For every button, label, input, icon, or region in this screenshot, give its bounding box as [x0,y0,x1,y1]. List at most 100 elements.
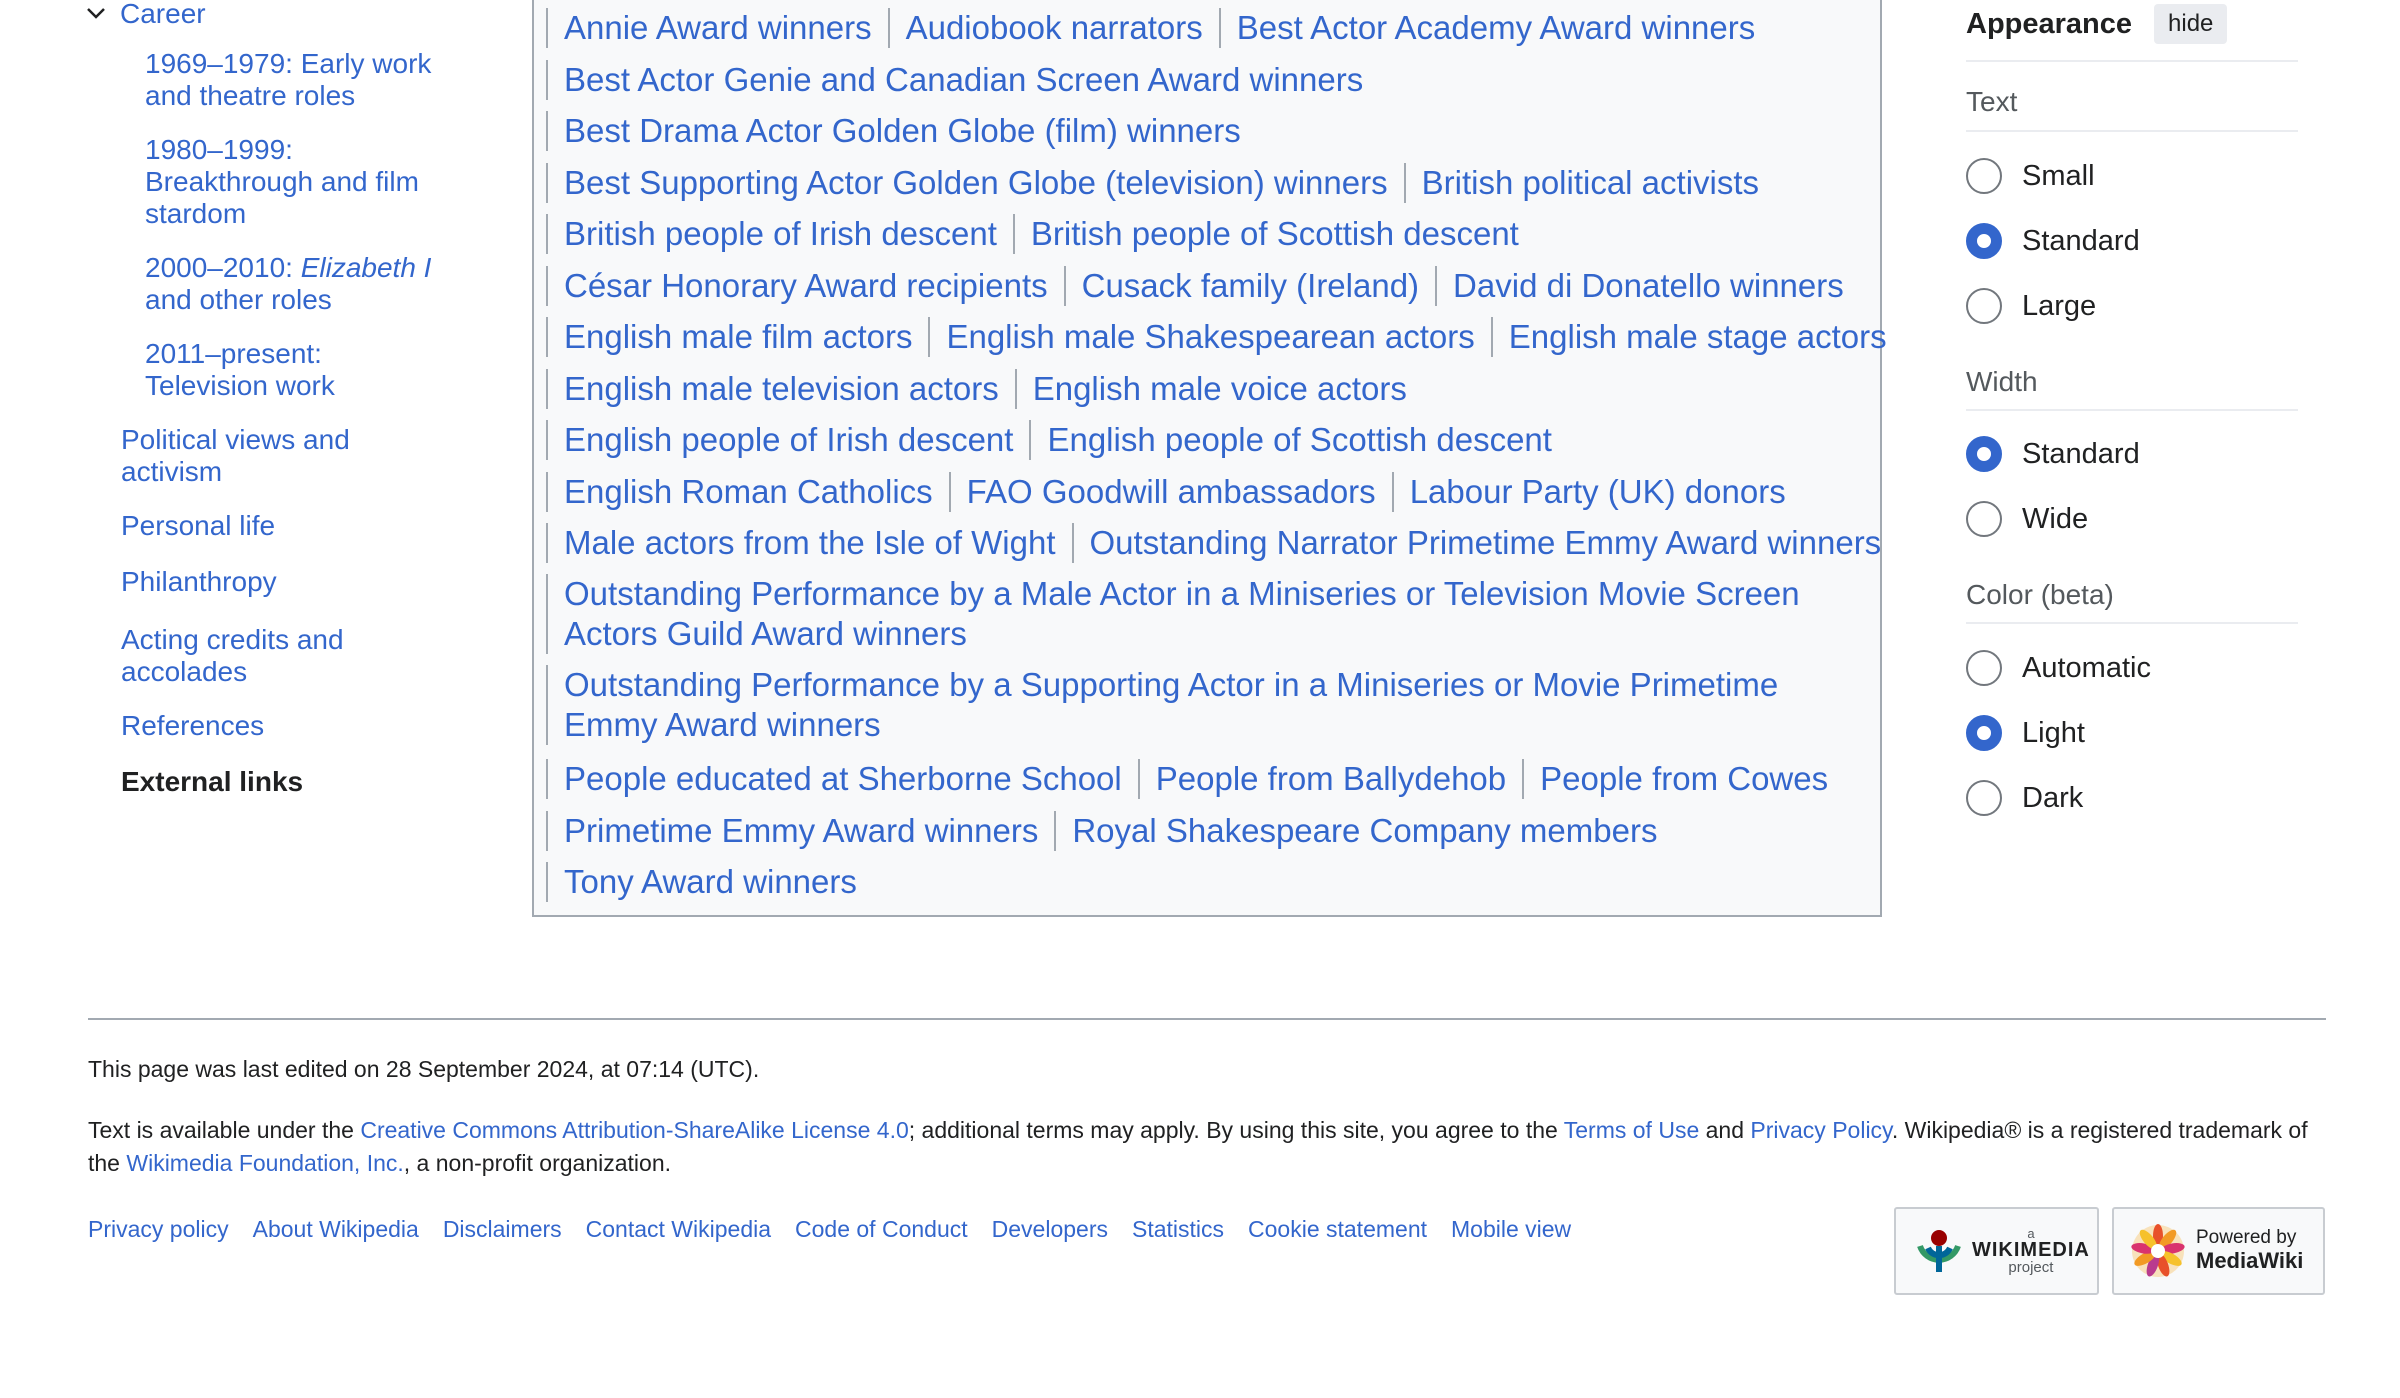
radio-width-standard[interactable]: Standard [1966,436,2140,472]
category-link[interactable]: Audiobook narrators [906,8,1203,48]
footer-link[interactable]: Contact Wikipedia [586,1216,771,1243]
category-link[interactable]: Tony Award winners [564,862,857,902]
category-link[interactable]: Cusack family (Ireland) [1082,266,1419,306]
footer-link[interactable]: Developers [992,1216,1108,1243]
radio-width-wide[interactable]: Wide [1966,501,2088,537]
toc-item-television[interactable]: 2011–present: Television work [145,338,455,402]
chevron-down-icon[interactable] [80,0,112,30]
toc-item-breakthrough[interactable]: 1980–1999: Breakthrough and film stardom [145,134,455,230]
toc-item-external-links[interactable]: External links [121,766,451,798]
category-row: Outstanding Performance by a Supporting … [534,665,1864,745]
divider [546,523,548,563]
category-link[interactable]: Best Drama Actor Golden Globe (film) win… [564,111,1241,151]
radio-button[interactable] [1966,780,2002,816]
category-link[interactable]: English male Shakespearean actors [946,317,1474,357]
footer-link[interactable]: Disclaimers [443,1216,562,1243]
footer-link[interactable]: Privacy policy [88,1216,229,1243]
wikimedia-foundation-link[interactable]: Wikimedia Foundation, Inc. [126,1150,403,1176]
category-row: Outstanding Performance by a Male Actor … [534,574,1864,654]
badge-text: project [2008,1259,2054,1276]
radio-button[interactable] [1966,650,2002,686]
category-row: Primetime Emmy Award winners Royal Shakes… [534,810,1657,851]
category-link[interactable]: People from Cowes [1540,759,1828,799]
radio-text-standard[interactable]: Standard [1966,223,2140,259]
toc-item-political[interactable]: Political views and activism [121,424,451,488]
divider [1029,420,1032,460]
category-link[interactable]: David di Donatello winners [1453,266,1844,306]
category-link[interactable]: British political activists [1422,163,1759,203]
category-link[interactable]: English male voice actors [1033,369,1407,409]
divider [546,111,548,151]
radio-button-selected[interactable] [1966,715,2002,751]
category-link[interactable]: English people of Scottish descent [1047,420,1552,460]
divider [546,214,548,254]
category-link[interactable]: English people of Irish descent [564,420,1013,460]
last-edited-info: This page was last edited on 28 Septembe… [88,1056,760,1082]
license-text: and [1699,1117,1751,1143]
radio-button-selected[interactable] [1966,436,2002,472]
color-label: Color (beta) [1966,579,2114,610]
category-link[interactable]: British people of Irish descent [564,214,997,254]
category-link[interactable]: People from Ballydehob [1156,759,1506,799]
radio-color-dark[interactable]: Dark [1966,780,2083,816]
footer-link[interactable]: Mobile view [1451,1216,1571,1243]
category-link[interactable]: César Honorary Award recipients [564,266,1048,306]
toc-item-philanthropy[interactable]: Philanthropy [121,566,451,598]
powered-by-mediawiki-badge[interactable]: Powered by MediaWiki [2112,1207,2325,1295]
toc-item-elizabeth[interactable]: 2000–2010: Elizabeth I and other roles [145,252,455,316]
toc-item-career[interactable]: Career [80,0,206,34]
license-text: , a non-profit organization. [403,1150,671,1176]
category-link[interactable]: Royal Shakespeare Company members [1072,811,1657,851]
category-link[interactable]: English male stage actors [1509,317,1887,357]
badge-text: Powered by [2196,1227,2297,1249]
hide-button[interactable]: hide [2154,4,2228,44]
radio-color-automatic[interactable]: Automatic [1966,650,2151,686]
cc-license-link[interactable]: Creative Commons Attribution-ShareAlike … [360,1117,908,1143]
radio-button[interactable] [1966,288,2002,324]
radio-text-small[interactable]: Small [1966,158,2095,194]
footer-link[interactable]: Cookie statement [1248,1216,1427,1243]
footer-link[interactable]: About Wikipedia [253,1216,419,1243]
category-row: People educated at Sherborne School Peopl… [534,759,1828,799]
divider [546,862,548,902]
radio-button[interactable] [1966,501,2002,537]
toc-item-references[interactable]: References [121,710,451,742]
radio-text-large[interactable]: Large [1966,288,2096,324]
divider [1391,471,1394,512]
category-link[interactable]: Annie Award winners [564,8,872,48]
terms-of-use-link[interactable]: Terms of Use [1564,1117,1699,1143]
category-link[interactable]: Best Supporting Actor Golden Globe (tele… [564,163,1388,203]
toc-item-early-work[interactable]: 1969–1979: Early work and theatre roles [145,48,455,112]
toc-item-personal-life[interactable]: Personal life [121,510,451,542]
radio-button-selected[interactable] [1966,223,2002,259]
category-link[interactable]: FAO Goodwill ambassadors [967,472,1376,512]
wikimedia-project-badge[interactable]: a WIKIMEDIA project [1894,1207,2099,1295]
category-row: Male actors from the Isle of Wight Outsta… [534,523,1881,563]
category-link[interactable]: Outstanding Narrator Primetime Emmy Awar… [1090,523,1882,563]
category-link[interactable]: Primetime Emmy Award winners [564,811,1038,851]
category-link[interactable]: British people of Scottish descent [1031,214,1519,254]
category-link[interactable]: Best Actor Academy Award winners [1237,8,1755,48]
privacy-policy-inline-link[interactable]: Privacy Policy [1750,1117,1891,1143]
radio-label: Standard [2022,437,2140,470]
radio-color-light[interactable]: Light [1966,715,2085,751]
category-link[interactable]: Outstanding Performance by a Supporting … [564,665,1864,745]
license-text: Text is available under the [88,1117,361,1143]
footer-link[interactable]: Code of Conduct [795,1216,968,1243]
category-link[interactable]: Best Actor Genie and Canadian Screen Awa… [564,60,1363,100]
category-link[interactable]: Male actors from the Isle of Wight [564,523,1056,563]
category-link[interactable]: English male film actors [564,317,912,357]
divider [1014,368,1017,409]
category-link[interactable]: English male television actors [564,369,999,409]
category-link[interactable]: Outstanding Performance by a Male Actor … [564,574,1864,654]
toc-label: accolades [121,656,248,687]
footer-link[interactable]: Statistics [1132,1216,1224,1243]
category-link[interactable]: English Roman Catholics [564,472,933,512]
toc-career-label[interactable]: Career [120,0,206,30]
divider [1403,162,1406,203]
category-link[interactable]: Labour Party (UK) donors [1410,472,1786,512]
toc-item-acting-credits[interactable]: Acting credits and accolades [121,624,451,688]
divider [546,265,548,306]
category-link[interactable]: People educated at Sherborne School [564,759,1122,799]
radio-button[interactable] [1966,158,2002,194]
